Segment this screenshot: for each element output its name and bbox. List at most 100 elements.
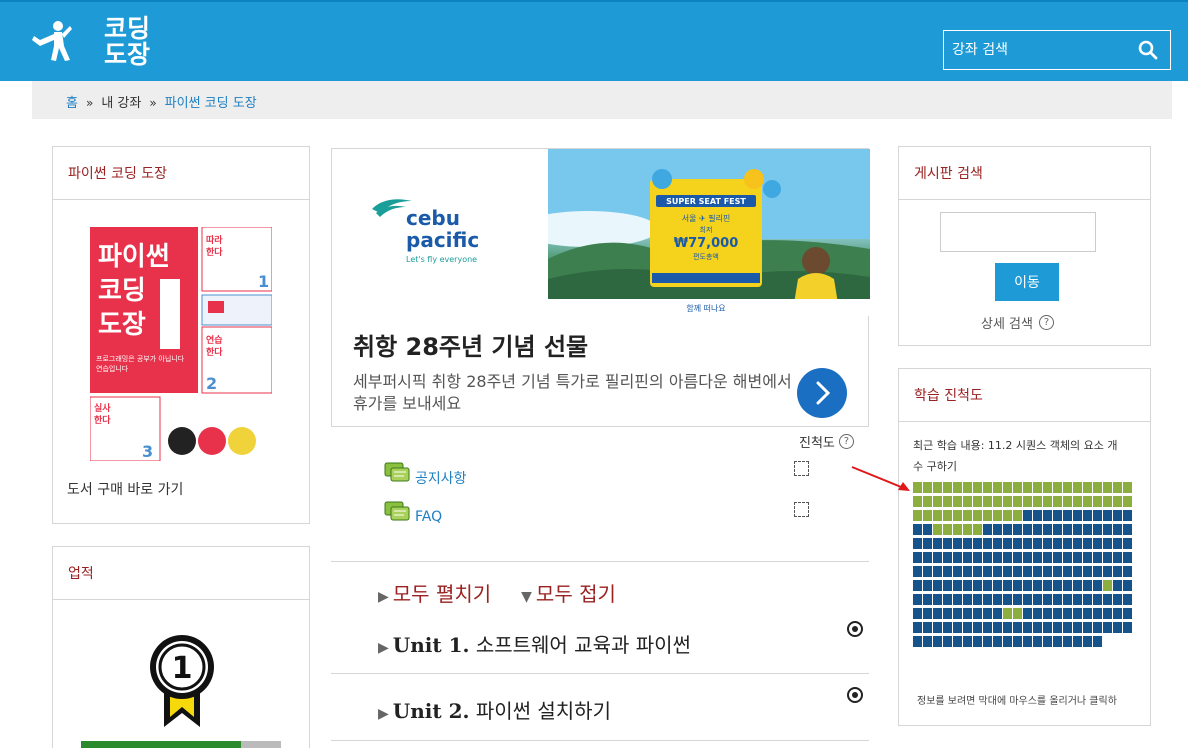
progress-cell[interactable] — [963, 622, 972, 633]
help-icon[interactable]: ? — [838, 434, 854, 449]
unit-2-section[interactable]: ▶ Unit 2. 파이썬 설치하기 — [378, 695, 611, 724]
progress-cell[interactable] — [1033, 580, 1042, 591]
expand-all-link[interactable]: ▶ 모두 펼치기 — [378, 578, 491, 607]
progress-cell[interactable] — [1073, 594, 1082, 605]
progress-cell[interactable] — [1123, 594, 1132, 605]
progress-cell[interactable] — [913, 482, 922, 493]
progress-cell[interactable] — [1043, 496, 1052, 507]
progress-cell[interactable] — [943, 482, 952, 493]
buy-book-link[interactable]: 도서 구매 바로 가기 — [67, 479, 183, 499]
progress-cell[interactable] — [1053, 580, 1062, 591]
progress-cell[interactable] — [963, 524, 972, 535]
progress-cell[interactable] — [1003, 496, 1012, 507]
progress-cell[interactable] — [1063, 552, 1072, 563]
progress-cell[interactable] — [933, 580, 942, 591]
progress-cell[interactable] — [1033, 552, 1042, 563]
progress-cell[interactable] — [973, 636, 982, 647]
progress-cell[interactable] — [1063, 538, 1072, 549]
progress-cell[interactable] — [953, 510, 962, 521]
progress-cell[interactable] — [913, 552, 922, 563]
progress-cell[interactable] — [923, 622, 932, 633]
progress-cell[interactable] — [993, 538, 1002, 549]
progress-cell[interactable] — [1113, 496, 1122, 507]
site-logo[interactable]: 코딩 도장 — [32, 16, 152, 70]
ad-title[interactable]: 취항 28주년 기념 선물 — [353, 327, 588, 362]
progress-cell[interactable] — [1013, 566, 1022, 577]
progress-cell[interactable] — [1043, 552, 1052, 563]
progress-cell[interactable] — [943, 608, 952, 619]
progress-cell[interactable] — [993, 524, 1002, 535]
progress-cell[interactable] — [1103, 524, 1112, 535]
progress-cell[interactable] — [1013, 510, 1022, 521]
progress-cell[interactable] — [913, 566, 922, 577]
progress-cell[interactable] — [923, 510, 932, 521]
progress-cell[interactable] — [1073, 482, 1082, 493]
progress-cell[interactable] — [963, 566, 972, 577]
progress-cell[interactable] — [1083, 566, 1092, 577]
progress-cell[interactable] — [953, 482, 962, 493]
ad-next-button[interactable] — [797, 368, 847, 418]
progress-cell[interactable] — [1033, 608, 1042, 619]
progress-cell[interactable] — [1003, 510, 1012, 521]
search-icon[interactable] — [1138, 40, 1158, 60]
progress-cell[interactable] — [913, 636, 922, 647]
progress-cell[interactable] — [1033, 566, 1042, 577]
progress-cell[interactable] — [1093, 496, 1102, 507]
progress-cell[interactable] — [913, 538, 922, 549]
progress-cell[interactable] — [1033, 622, 1042, 633]
progress-cell[interactable] — [1043, 580, 1052, 591]
progress-cell[interactable] — [1103, 608, 1112, 619]
progress-cell[interactable] — [1043, 482, 1052, 493]
progress-cell[interactable] — [1063, 608, 1072, 619]
progress-cell[interactable] — [1123, 538, 1132, 549]
progress-cell[interactable] — [1073, 552, 1082, 563]
progress-cell[interactable] — [923, 594, 932, 605]
progress-cell[interactable] — [1013, 594, 1022, 605]
progress-cell[interactable] — [1123, 622, 1132, 633]
progress-cell[interactable] — [1093, 552, 1102, 563]
progress-cell[interactable] — [1073, 608, 1082, 619]
advanced-search-label[interactable]: 상세 검색 — [981, 313, 1033, 332]
progress-cell[interactable] — [963, 636, 972, 647]
progress-cell[interactable] — [1023, 482, 1032, 493]
progress-cell[interactable] — [1033, 538, 1042, 549]
progress-cell[interactable] — [1043, 524, 1052, 535]
progress-cell[interactable] — [1103, 622, 1112, 633]
progress-cell[interactable] — [1083, 622, 1092, 633]
progress-cell[interactable] — [1113, 482, 1122, 493]
progress-cell[interactable] — [1103, 510, 1112, 521]
progress-cell[interactable] — [1013, 552, 1022, 563]
progress-cell[interactable] — [953, 580, 962, 591]
progress-cell[interactable] — [953, 636, 962, 647]
progress-cell[interactable] — [1043, 510, 1052, 521]
progress-cell[interactable] — [1023, 566, 1032, 577]
progress-cell[interactable] — [1103, 580, 1112, 591]
progress-cell[interactable] — [1023, 552, 1032, 563]
progress-cell[interactable] — [923, 538, 932, 549]
progress-cell[interactable] — [1023, 580, 1032, 591]
progress-cell[interactable] — [983, 636, 992, 647]
progress-cell[interactable] — [983, 538, 992, 549]
progress-cell[interactable] — [1083, 608, 1092, 619]
progress-cell[interactable] — [1033, 594, 1042, 605]
progress-cell[interactable] — [983, 594, 992, 605]
progress-cell[interactable] — [973, 622, 982, 633]
progress-cell[interactable] — [963, 482, 972, 493]
progress-cell[interactable] — [933, 538, 942, 549]
progress-cell[interactable] — [993, 608, 1002, 619]
progress-cell[interactable] — [1023, 608, 1032, 619]
progress-cell[interactable] — [923, 566, 932, 577]
progress-cell[interactable] — [993, 482, 1002, 493]
progress-cell[interactable] — [993, 594, 1002, 605]
progress-cell[interactable] — [983, 482, 992, 493]
progress-cell[interactable] — [1123, 608, 1132, 619]
progress-cell[interactable] — [913, 594, 922, 605]
progress-cell[interactable] — [913, 608, 922, 619]
progress-cell[interactable] — [1023, 636, 1032, 647]
progress-cell[interactable] — [993, 552, 1002, 563]
course-search-input[interactable] — [944, 42, 1134, 58]
progress-cell[interactable] — [1103, 482, 1112, 493]
progress-cell[interactable] — [993, 496, 1002, 507]
progress-cell[interactable] — [1073, 538, 1082, 549]
progress-cell[interactable] — [993, 622, 1002, 633]
